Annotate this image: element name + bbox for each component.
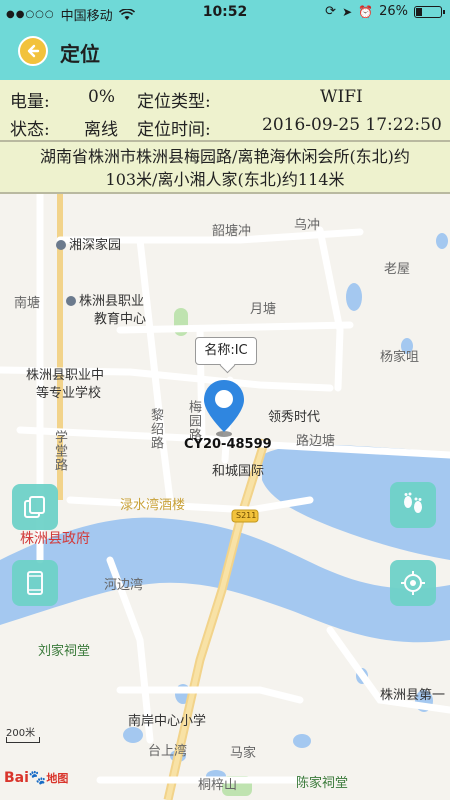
location-arrow-icon: ➤	[342, 4, 353, 19]
map-label: 教育中心	[94, 312, 147, 327]
map-label: 台上湾	[148, 744, 188, 759]
map-background	[0, 194, 450, 800]
rotation-lock-icon: ⟳	[325, 4, 337, 19]
map-label: 韶塘冲	[212, 224, 252, 239]
map-label: 刘家祠堂	[38, 644, 91, 659]
baidu-map-logo: Bai🐾地图	[4, 770, 69, 786]
footprint-button[interactable]	[390, 482, 436, 528]
header: 定位	[0, 26, 450, 80]
map-label: 株洲县职业	[66, 290, 144, 309]
page-title: 定位	[60, 42, 100, 66]
map-label: 黎绍路	[148, 408, 163, 450]
map-scale-bar	[6, 737, 40, 743]
locate-button[interactable]	[390, 560, 436, 606]
phone-icon	[27, 571, 43, 595]
map-label: 领秀时代	[268, 410, 321, 425]
map-label: 陈家祠堂	[296, 776, 349, 791]
state-label: 状态:	[10, 120, 50, 140]
map-label: 学堂路	[52, 430, 67, 472]
loc-type-label: 定位类型:	[137, 92, 211, 112]
map-label: 杨家咀	[380, 350, 420, 365]
device-id-label: CY20-48599	[184, 437, 272, 452]
address-line-1: 湖南省株洲市株洲县梅园路/离艳海休闲会所(东北)约	[40, 147, 410, 166]
back-arrow-icon	[27, 44, 40, 58]
map-label: 和城国际	[212, 464, 265, 479]
map-label: 马家	[230, 746, 257, 761]
marker-callout[interactable]: 名称:IC	[195, 337, 257, 365]
alarm-icon: ⏰	[358, 4, 374, 19]
map-label: 株洲县政府	[20, 531, 90, 547]
map-view[interactable]: 湘深家园 韶塘冲 乌冲 老屋 南塘 株洲县职业 教育中心 月塘 杨家咀 株洲县职…	[0, 194, 450, 800]
loc-time-label: 定位时间:	[137, 120, 211, 140]
footprint-icon	[404, 492, 422, 513]
baidu-paw-icon: 🐾	[28, 770, 47, 786]
location-pin-icon[interactable]	[201, 378, 247, 438]
map-label: 乌冲	[294, 218, 321, 233]
back-button[interactable]	[18, 36, 48, 66]
map-label: 路边塘	[296, 434, 336, 449]
device-view-button[interactable]	[12, 560, 58, 606]
loc-time-value: 2016-09-25 17:22:50	[262, 115, 442, 135]
map-label: 桐梓山	[198, 778, 238, 793]
map-label: 南塘	[14, 296, 41, 311]
map-label: 老屋	[384, 262, 411, 277]
map-label: 渌水湾酒楼	[120, 498, 186, 513]
loc-type-value: WIFI	[320, 87, 363, 107]
road-marker: S211	[236, 511, 257, 520]
layers-icon	[24, 496, 45, 518]
battery-percent: 26%	[379, 4, 408, 19]
map-label: 湘深家园	[56, 234, 121, 253]
battery-value: 0%	[88, 87, 115, 107]
top-bar: ●●○○○ 中国移动 10:52 ⟳ ➤ ⏰ 26% 定位	[0, 0, 450, 80]
map-label: 株洲县职业中	[26, 368, 105, 383]
map-layers-button[interactable]	[12, 484, 58, 530]
map-label: 月塘	[250, 302, 277, 317]
map-label: 株洲县第一	[380, 688, 446, 703]
address-panel: 湖南省株洲市株洲县梅园路/离艳海休闲会所(东北)约 103米/离小湘人家(东北)…	[0, 142, 450, 194]
state-value: 离线	[84, 120, 118, 140]
map-label: 河边湾	[104, 578, 144, 593]
device-info-panel: 电量: 0% 定位类型: WIFI 状态: 离线 定位时间: 2016-09-2…	[0, 80, 450, 142]
map-label: 等专业学校	[36, 386, 102, 401]
address-line-2: 103米/离小湘人家(东北)约114米	[105, 170, 345, 189]
battery-icon	[414, 5, 445, 18]
status-bar: ●●○○○ 中国移动 10:52 ⟳ ➤ ⏰ 26%	[0, 0, 450, 26]
battery-label: 电量:	[10, 92, 50, 112]
map-label: 南岸中心小学	[128, 714, 207, 729]
locate-target-icon	[401, 571, 425, 595]
